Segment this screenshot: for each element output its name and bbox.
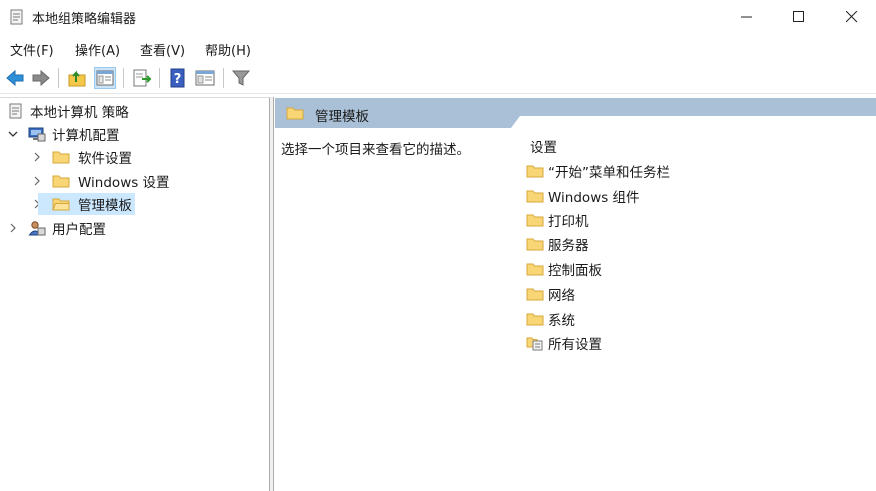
- menu-action[interactable]: 操作(A): [75, 40, 120, 59]
- folder-icon: [526, 214, 544, 227]
- svg-text:?: ?: [174, 72, 182, 87]
- folder-icon: [286, 107, 304, 120]
- selected-highlight: 管理模板: [38, 193, 135, 215]
- chevron-down-icon: [8, 131, 18, 137]
- folder-icon: [526, 263, 544, 276]
- list-item-network[interactable]: 网络: [526, 283, 575, 305]
- folder-icon: [526, 190, 544, 203]
- tree-item-user-config[interactable]: 用户配置: [8, 217, 106, 239]
- menu-help[interactable]: 帮助(H): [205, 40, 251, 59]
- tree-item-label: 软件设置: [78, 151, 132, 167]
- help-icon: ?: [170, 68, 185, 88]
- details-pane: 管理模板 选择一个项目来查看它的描述。 设置 “开始”菜单和任务栏 Window…: [275, 98, 876, 491]
- list-item-system[interactable]: 系统: [526, 308, 575, 330]
- close-button[interactable]: [829, 0, 875, 34]
- tree-root-local-policy[interactable]: 本地计算机 策略: [8, 100, 129, 122]
- user-icon: [28, 221, 46, 236]
- list-item-windows-components[interactable]: Windows 组件: [526, 185, 640, 207]
- computer-icon: [28, 127, 46, 142]
- filter-icon: [231, 70, 251, 86]
- help-button[interactable]: ?: [167, 67, 189, 89]
- toolbar: ?: [0, 62, 876, 94]
- extended-view-button[interactable]: [194, 67, 216, 89]
- details-header: 管理模板: [275, 98, 876, 128]
- maximize-icon: [793, 11, 804, 22]
- filter-button[interactable]: [230, 67, 252, 89]
- folder-icon: [526, 165, 544, 178]
- back-button[interactable]: [4, 67, 26, 89]
- window-title: 本地组策略编辑器: [32, 12, 137, 27]
- list-item-label: Windows 组件: [548, 190, 640, 206]
- up-one-level-button[interactable]: [66, 67, 88, 89]
- minimize-button[interactable]: [724, 0, 770, 34]
- policy-editor-app-icon: [10, 9, 23, 25]
- list-item-printers[interactable]: 打印机: [526, 209, 589, 231]
- tree-item-label: 用户配置: [52, 222, 106, 238]
- up-folder-icon: [68, 70, 86, 87]
- list-item-label: 网络: [548, 288, 575, 304]
- list-item-label: 打印机: [548, 214, 589, 230]
- tree-item-label: 管理模板: [78, 198, 132, 214]
- list-item-label: 系统: [548, 313, 575, 329]
- list-item-label: 所有设置: [548, 337, 602, 353]
- list-item-all-settings[interactable]: 所有设置: [526, 332, 602, 354]
- minimize-icon: [741, 16, 752, 18]
- export-list-button[interactable]: [131, 67, 153, 89]
- pane-splitter[interactable]: [270, 97, 274, 491]
- show-hide-tree-button[interactable]: [94, 67, 116, 89]
- tree-item-software-settings[interactable]: 软件设置: [32, 146, 132, 168]
- title-bar: 本地组策略编辑器: [0, 0, 876, 34]
- show-hide-tree-icon: [96, 70, 114, 86]
- forward-arrow-icon: [32, 69, 50, 87]
- toolbar-separator: [58, 68, 59, 88]
- menu-bar: 文件(F) 操作(A) 查看(V) 帮助(H): [0, 37, 876, 59]
- folder-open-icon: [52, 198, 70, 211]
- forward-button[interactable]: [30, 67, 52, 89]
- folder-icon: [52, 151, 70, 164]
- folder-icon: [526, 288, 544, 301]
- list-item-server[interactable]: 服务器: [526, 233, 589, 255]
- extended-view-icon: [195, 70, 215, 86]
- list-item-label: 控制面板: [548, 263, 602, 279]
- all-settings-icon: [526, 337, 543, 351]
- column-header-settings[interactable]: 设置: [530, 136, 557, 156]
- menu-file[interactable]: 文件(F): [10, 40, 54, 59]
- chevron-right-icon: [34, 176, 40, 186]
- description-text: 选择一个项目来查看它的描述。: [281, 142, 470, 158]
- chevron-right-icon: [10, 223, 16, 233]
- back-arrow-icon: [6, 69, 24, 87]
- list-item-label: “开始”菜单和任务栏: [548, 165, 670, 181]
- maximize-button[interactable]: [776, 0, 822, 34]
- list-item-start-menu-taskbar[interactable]: “开始”菜单和任务栏: [526, 160, 670, 182]
- list-item-label: 服务器: [548, 238, 589, 254]
- menu-view[interactable]: 查看(V): [140, 40, 185, 59]
- export-list-icon: [133, 69, 152, 87]
- tree-item-computer-config[interactable]: 计算机配置: [8, 123, 120, 145]
- tree-item-windows-settings[interactable]: Windows 设置: [32, 170, 170, 192]
- tree-item-label: 计算机配置: [52, 128, 120, 144]
- tree-pane: 本地计算机 策略 计算机配置 软件设置 Windows 设置 管理模板 用户配置: [0, 97, 270, 491]
- toolbar-separator: [223, 68, 224, 88]
- tree-root-label: 本地计算机 策略: [30, 105, 129, 121]
- folder-icon: [52, 175, 70, 188]
- policy-document-icon: [9, 103, 22, 119]
- list-item-control-panel[interactable]: 控制面板: [526, 258, 602, 280]
- toolbar-separator: [123, 68, 124, 88]
- tree-item-label: Windows 设置: [78, 175, 170, 191]
- details-header-title: 管理模板: [315, 109, 369, 125]
- folder-icon: [526, 313, 544, 326]
- tree-item-admin-templates[interactable]: 管理模板: [32, 193, 135, 215]
- folder-icon: [526, 238, 544, 251]
- chevron-right-icon: [34, 152, 40, 162]
- close-icon: [846, 11, 858, 23]
- toolbar-separator: [159, 68, 160, 88]
